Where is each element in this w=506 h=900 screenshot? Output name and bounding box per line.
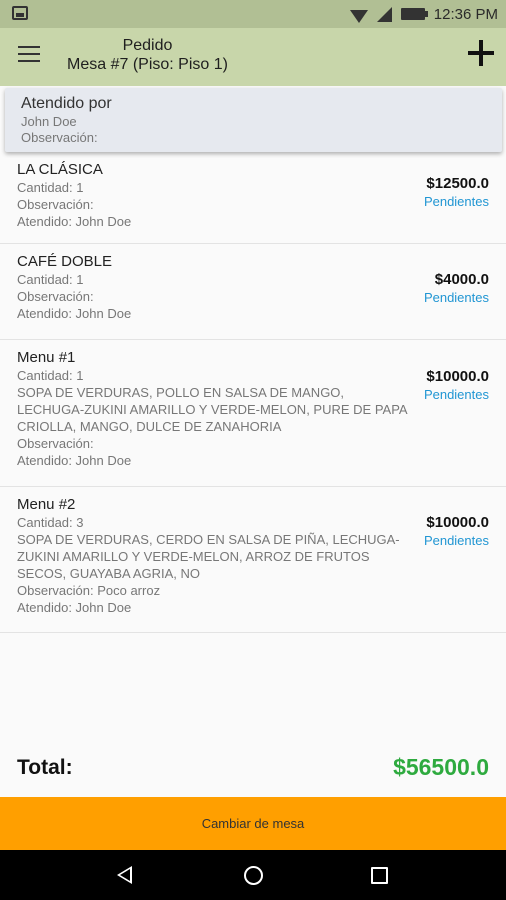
order-item[interactable]: LA CLÁSICA Cantidad: 1 Observación: Aten… [0, 152, 506, 244]
order-list: LA CLÁSICA Cantidad: 1 Observación: Aten… [0, 152, 506, 633]
item-price: $4000.0 [434, 271, 489, 288]
app-title: Pedido Mesa #7 (Piso: Piso 1) [60, 36, 235, 75]
item-description: SOPA DE VERDURAS, CERDO EN SALSA DE PIÑA… [17, 532, 400, 581]
item-attended: Atendido: John Doe [17, 600, 132, 615]
item-status-link[interactable]: Pendientes [424, 290, 489, 305]
item-title: Menu #2 [17, 496, 76, 513]
back-icon[interactable] [117, 866, 132, 884]
item-title: CAFÉ DOBLE [17, 253, 113, 270]
status-icons: 12:36 PM [349, 4, 498, 24]
signal-icon [376, 6, 392, 22]
home-icon[interactable] [244, 866, 263, 885]
item-attended: Atendido: John Doe [17, 453, 132, 468]
item-quantity: Cantidad: 3 [17, 515, 84, 530]
attended-name: John Doe [21, 114, 77, 129]
item-status-link[interactable]: Pendientes [424, 387, 489, 402]
item-quantity: Cantidad: 1 [17, 180, 84, 195]
item-observation: Observación: [17, 436, 94, 451]
item-price: $10000.0 [426, 514, 489, 531]
change-table-button[interactable]: Cambiar de mesa [0, 797, 506, 850]
item-title: Menu #1 [17, 349, 76, 366]
notification-icon [12, 6, 28, 20]
attended-observation: Observación: [21, 130, 98, 145]
order-item[interactable]: Menu #1 Cantidad: 1 SOPA DE VERDURAS, PO… [0, 340, 506, 487]
item-attended: Atendido: John Doe [17, 214, 132, 229]
item-price: $10000.0 [426, 368, 489, 385]
total-label: Total: [17, 756, 73, 779]
item-status-link[interactable]: Pendientes [424, 533, 489, 548]
order-item[interactable]: CAFÉ DOBLE Cantidad: 1 Observación: Aten… [0, 244, 506, 340]
attended-heading: Atendido por [21, 95, 112, 112]
item-attended: Atendido: John Doe [17, 306, 132, 321]
item-quantity: Cantidad: 1 [17, 272, 84, 287]
item-observation: Observación: [17, 289, 94, 304]
item-status-link[interactable]: Pendientes [424, 194, 489, 209]
item-description: SOPA DE VERDURAS, POLLO EN SALSA DE MANG… [17, 385, 407, 434]
total-row: Total: $56500.0 [0, 752, 506, 784]
status-bar: 12:36 PM [0, 0, 506, 28]
item-observation: Observación: Poco arroz [17, 583, 161, 598]
status-time: 12:36 PM [433, 5, 498, 23]
item-quantity: Cantidad: 1 [17, 368, 84, 383]
item-observation: Observación: [17, 197, 94, 212]
app-bar: Pedido Mesa #7 (Piso: Piso 1) [0, 28, 506, 86]
menu-icon[interactable] [18, 46, 40, 64]
total-value: $56500.0 [393, 754, 489, 780]
wifi-icon [349, 9, 368, 23]
recents-icon[interactable] [371, 867, 388, 884]
title-order: Pedido [122, 37, 173, 54]
battery-icon [400, 8, 428, 20]
attended-by-card: Atendido por John Doe Observación: [5, 88, 502, 152]
navigation-bar [0, 850, 506, 900]
add-icon[interactable] [468, 40, 494, 66]
order-item[interactable]: Menu #2 Cantidad: 3 SOPA DE VERDURAS, CE… [0, 487, 506, 633]
item-price: $12500.0 [426, 175, 489, 192]
title-table: Mesa #7 (Piso: Piso 1) [67, 56, 228, 73]
